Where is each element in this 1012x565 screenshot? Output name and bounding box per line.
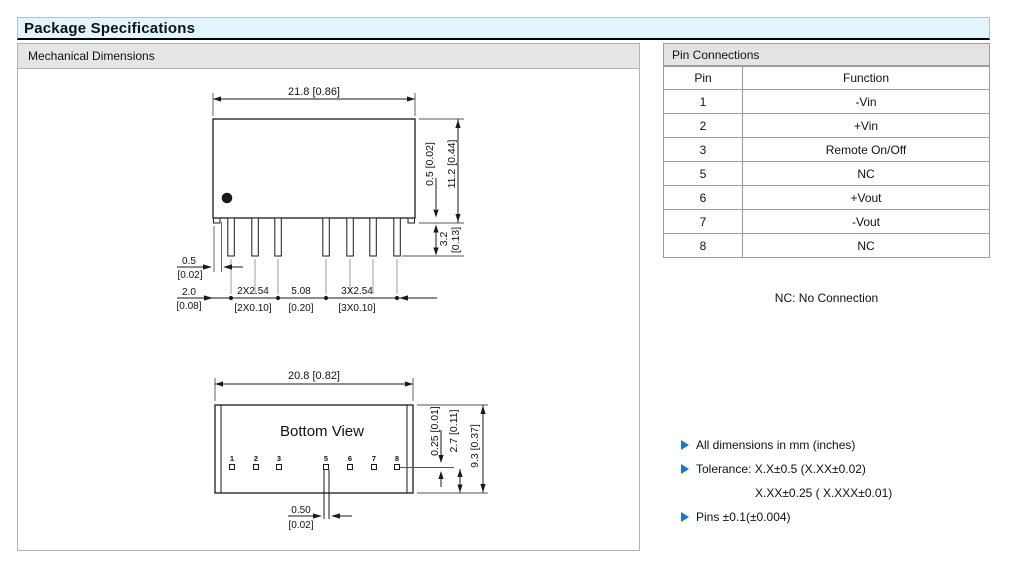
- table-row: 5 NC: [664, 162, 990, 186]
- pin-column-header: Pin: [664, 67, 743, 90]
- table-row: 3 Remote On/Off: [664, 138, 990, 162]
- dim-standoff-label: 0.5 [0.02]: [424, 142, 436, 186]
- dim-pitch3-in-label: [3X0.10]: [338, 303, 375, 314]
- dim-pin-length-in-label: [0.13]: [450, 227, 462, 253]
- dim-left1-in-label: [0.02]: [177, 270, 202, 281]
- pin-cell: 2: [664, 114, 743, 138]
- function-cell: -Vin: [743, 90, 990, 114]
- dim-pad-label: 0.25 [0.01]: [429, 406, 441, 456]
- notes-list: All dimensions in mm (inches) Tolerance:…: [681, 433, 892, 529]
- dim-pitch3-mm-label: 3X2.54: [341, 286, 373, 297]
- dim-depth-label: 9.3 [0.37]: [469, 424, 481, 468]
- dim-body-width-label: 21.8 [0.86]: [288, 86, 340, 98]
- pin-cell: 6: [664, 186, 743, 210]
- dim-left2-in-label: [0.08]: [176, 301, 201, 312]
- pin1-marker-dot: [222, 193, 233, 204]
- package-body-outline: [213, 119, 415, 218]
- note-text: X.XX±0.25 ( X.XXX±0.01): [755, 486, 892, 500]
- bullet-triangle-icon: [681, 512, 689, 522]
- pin-number-1: 1: [230, 454, 234, 463]
- note-tolerance-continued: X.XX±0.25 ( X.XXX±0.01): [681, 481, 892, 505]
- pin-number-5: 5: [324, 454, 328, 463]
- note-dimensions: All dimensions in mm (inches): [681, 433, 892, 457]
- dim-left1-mm-label: 0.5: [182, 256, 196, 267]
- table-row: 6 +Vout: [664, 186, 990, 210]
- pin-cell: 7: [664, 210, 743, 234]
- pin-cell: 5: [664, 162, 743, 186]
- top-view-drawing: 21.8 [0.86] 0.5 [0.02] 11.2 [0: [176, 86, 464, 314]
- pin-number-8: 8: [395, 454, 399, 463]
- dim-bv-width-label: 20.8 [0.82]: [288, 370, 340, 382]
- note-text: Pins ±0.1(±0.004): [696, 510, 791, 524]
- top-view-pins: [228, 218, 400, 256]
- page-title: Package Specifications: [18, 20, 195, 37]
- function-cell: +Vout: [743, 186, 990, 210]
- pin-number-3: 3: [277, 454, 281, 463]
- page-title-bar: Package Specifications: [17, 17, 990, 40]
- pin-cell: 8: [664, 234, 743, 258]
- function-cell: -Vout: [743, 210, 990, 234]
- mechanical-drawing: 21.8 [0.86] 0.5 [0.02] 11.2 [0: [18, 69, 639, 550]
- pin-connections-table: Pin Function 1 -Vin 2 +Vin 3 Remote On/O…: [663, 66, 990, 258]
- function-column-header: Function: [743, 67, 990, 90]
- dim-pitch1-in-label: [2X0.10]: [234, 303, 271, 314]
- note-tolerance: Tolerance: X.X±0.5 (X.XX±0.02): [681, 457, 892, 481]
- pin-number-2: 2: [254, 454, 258, 463]
- pin-number-6: 6: [348, 454, 352, 463]
- dim-pitch2-in-label: [0.20]: [288, 303, 313, 314]
- function-cell: Remote On/Off: [743, 138, 990, 162]
- dim-pinw-mm-label: 0.50: [291, 505, 311, 516]
- function-cell: +Vin: [743, 114, 990, 138]
- note-text: All dimensions in mm (inches): [696, 438, 855, 452]
- dim-pitch2-mm-label: 5.08: [291, 286, 311, 297]
- nc-note: NC: No Connection: [663, 291, 990, 305]
- pin-cell: 3: [664, 138, 743, 162]
- bottom-view-label: Bottom View: [280, 423, 364, 440]
- table-row: 2 +Vin: [664, 114, 990, 138]
- bottom-view-drawing: 20.8 [0.82] Bottom View 1 2 3 5 6 7 8: [215, 370, 488, 531]
- dim-height-label: 11.2 [0.44]: [446, 140, 458, 189]
- bullet-triangle-icon: [681, 440, 689, 450]
- note-text: Tolerance: X.X±0.5 (X.XX±0.02): [696, 462, 866, 476]
- pin-cell: 1: [664, 90, 743, 114]
- table-row: 7 -Vout: [664, 210, 990, 234]
- pin-connections-label: Pin Connections: [664, 48, 759, 62]
- function-cell: NC: [743, 234, 990, 258]
- bullet-triangle-icon: [681, 464, 689, 474]
- note-pins-tolerance: Pins ±0.1(±0.004): [681, 505, 892, 529]
- pin-connections-header: Pin Connections: [663, 43, 990, 66]
- dim-edge-label: 2.7 [0.11]: [448, 409, 460, 452]
- dim-pin-length-mm-label: 3.2: [438, 232, 450, 247]
- mechanical-dimensions-header: Mechanical Dimensions: [18, 44, 639, 69]
- bottom-view-body-outline: [215, 405, 413, 493]
- table-row: 8 NC: [664, 234, 990, 258]
- dim-left2-mm-label: 2.0: [182, 287, 196, 298]
- pin-number-7: 7: [372, 454, 376, 463]
- dim-pitch1-mm-label: 2X2.54: [237, 286, 269, 297]
- package-specifications-page: { "page_title": "Package Specifications"…: [0, 0, 1012, 565]
- mechanical-dimensions-label: Mechanical Dimensions: [18, 49, 155, 63]
- pin-table-header-row: Pin Function: [664, 67, 990, 90]
- pin-connections-panel: Pin Connections Pin Function 1 -Vin 2 +V…: [663, 43, 990, 258]
- function-cell: NC: [743, 162, 990, 186]
- dim-pinw-in-label: [0.02]: [288, 520, 313, 531]
- table-row: 1 -Vin: [664, 90, 990, 114]
